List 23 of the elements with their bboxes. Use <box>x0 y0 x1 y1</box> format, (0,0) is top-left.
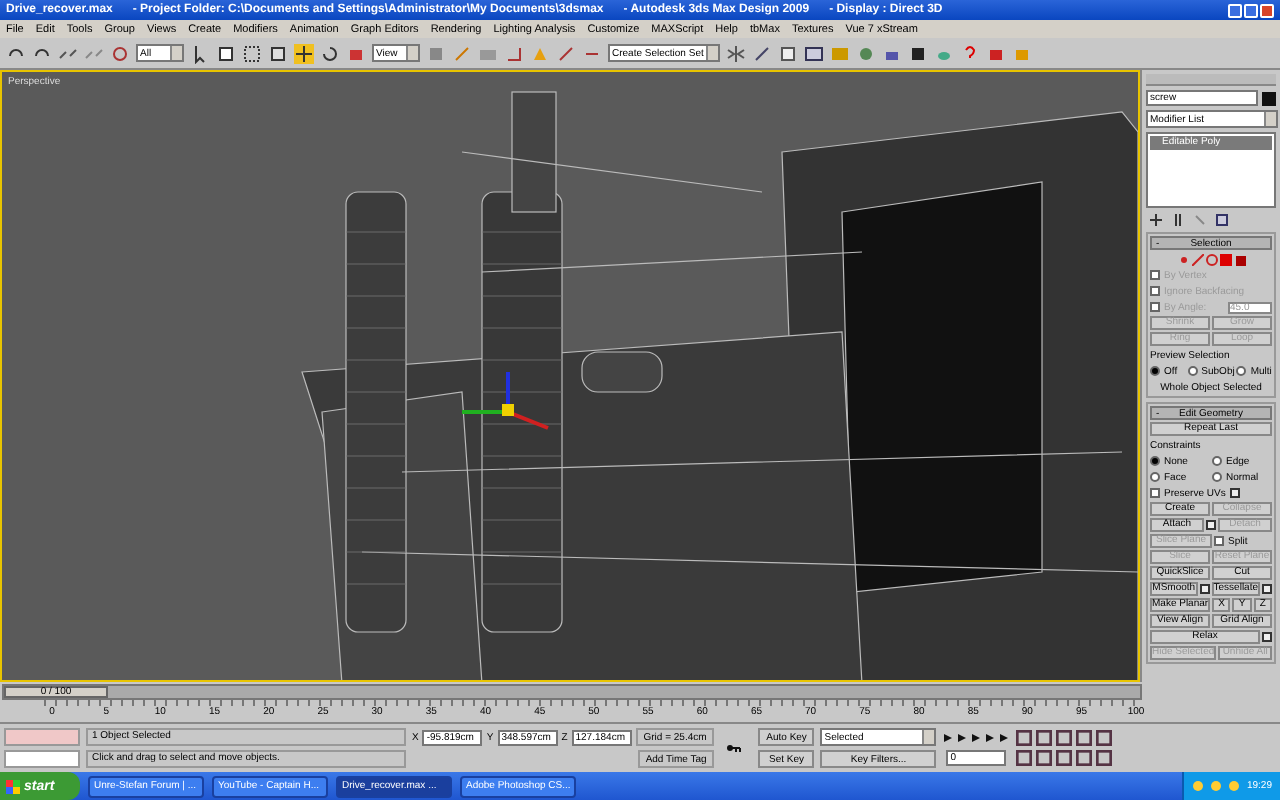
options-icon[interactable] <box>1199 584 1210 594</box>
rotate-icon[interactable] <box>320 43 340 63</box>
windows-logo-icon <box>6 779 20 793</box>
color-swatch[interactable] <box>1262 91 1276 105</box>
vertex-icon[interactable] <box>1177 253 1189 265</box>
element-icon[interactable] <box>1233 253 1245 265</box>
configure-icon[interactable] <box>1216 214 1228 226</box>
border-icon[interactable] <box>1205 253 1217 265</box>
minimize-button[interactable] <box>1228 3 1242 17</box>
pin-icon[interactable] <box>1150 214 1162 226</box>
restore-button[interactable] <box>1244 3 1258 17</box>
options-icon[interactable] <box>1262 632 1272 642</box>
select-icon[interactable] <box>190 43 210 63</box>
maxscript-input[interactable] <box>4 750 80 768</box>
show-result-icon[interactable] <box>1172 214 1184 226</box>
options-icon[interactable] <box>1206 520 1216 530</box>
polygon-icon[interactable] <box>1219 253 1231 265</box>
edge-icon[interactable] <box>1191 253 1203 265</box>
help-icon[interactable] <box>960 43 980 63</box>
move-icon[interactable] <box>294 43 314 63</box>
region-icon[interactable] <box>242 43 262 63</box>
options-icon[interactable] <box>1262 584 1272 594</box>
close-button[interactable] <box>1260 3 1274 17</box>
